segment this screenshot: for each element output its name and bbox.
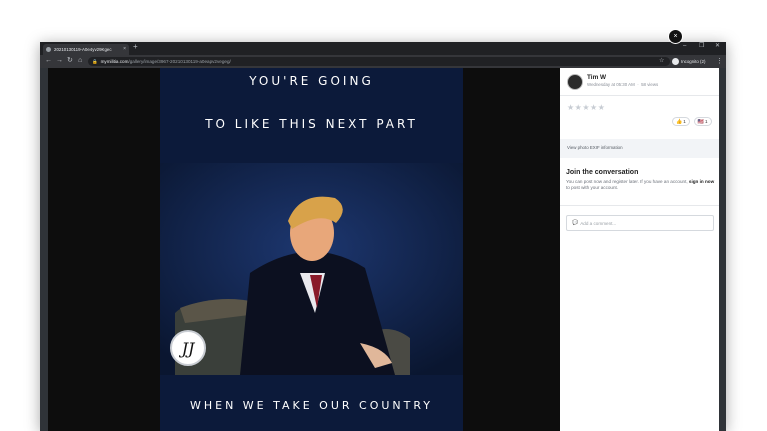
browser-toolbar: ← → ↻ ⌂ 🔒 mymilitia.com/gallery/image/39…: [40, 55, 726, 68]
us-flag-icon: 🇺🇸: [697, 118, 705, 125]
browser-window: 20210130119-A0e4yv29Kgec × + – ❐ ✕ ← → ↻…: [40, 42, 726, 431]
tab-close-icon[interactable]: ×: [123, 47, 126, 52]
photo-details-panel: Tim W Wednesday at 05:30 AM · 58 views ★…: [560, 68, 719, 431]
url-path: /gallery/image/3967-20210130119-a0eapv2v…: [128, 59, 231, 64]
meme-text-line-1: YOU'RE GOING: [249, 74, 374, 88]
join-text-before: You can post now and register later. If …: [566, 179, 689, 184]
address-bar[interactable]: 🔒 mymilitia.com/gallery/image/3967-20210…: [88, 57, 670, 66]
join-text-after: to post with your account.: [566, 185, 619, 190]
close-window-button[interactable]: ✕: [715, 43, 720, 49]
exif-link[interactable]: View photo EXIF information: [567, 145, 623, 150]
page-background-left: [40, 68, 48, 431]
divider: [560, 95, 719, 96]
incognito-badge[interactable]: Incognito (2): [672, 57, 716, 66]
minimize-button[interactable]: –: [683, 43, 686, 49]
back-arrow-icon[interactable]: ←: [45, 57, 52, 64]
author-name[interactable]: Tim W: [587, 74, 606, 81]
join-conversation-title: Join the conversation: [566, 169, 639, 176]
divider: [560, 205, 719, 206]
reaction-count: 1: [683, 119, 686, 124]
gallery-image[interactable]: YOU'RE GOING TO LIKE THIS NEXT PART JJ W…: [160, 68, 463, 431]
close-lightbox-button[interactable]: ×: [668, 29, 683, 44]
page-content: YOU'RE GOING TO LIKE THIS NEXT PART JJ W…: [40, 68, 726, 431]
post-timestamp: Wednesday at 05:30 AM: [587, 82, 635, 87]
incognito-icon: [672, 58, 679, 65]
reaction-like[interactable]: 👍 1: [672, 117, 690, 126]
reaction-count: 1: [705, 119, 708, 124]
view-count: 58 views: [641, 82, 659, 87]
tab-title: 20210130119-A0e4yv29Kgec: [54, 47, 112, 52]
meme-text-line-2: TO LIKE THIS NEXT PART: [205, 117, 418, 131]
post-meta: Wednesday at 05:30 AM · 58 views: [587, 82, 659, 87]
page-background-right: [719, 68, 726, 431]
thumbs-up-icon: 👍: [676, 118, 683, 125]
lock-icon: 🔒: [92, 58, 98, 64]
avatar[interactable]: [567, 74, 583, 90]
home-icon[interactable]: ⌂: [78, 57, 82, 64]
watermark-logo: JJ: [170, 330, 206, 366]
comment-input[interactable]: 💬 Add a comment...: [566, 215, 714, 231]
incognito-label: Incognito (2): [681, 59, 706, 64]
browser-tab[interactable]: 20210130119-A0e4yv29Kgec ×: [43, 44, 129, 55]
join-conversation-text: You can post now and register later. If …: [566, 179, 716, 191]
forward-arrow-icon[interactable]: →: [56, 57, 63, 64]
bookmark-star-icon[interactable]: ☆: [659, 57, 664, 64]
new-tab-button[interactable]: +: [133, 43, 138, 51]
reaction-flag[interactable]: 🇺🇸 1: [693, 117, 712, 126]
comment-placeholder: Add a comment...: [580, 220, 617, 226]
restore-button[interactable]: ❐: [699, 43, 704, 49]
favicon-icon: [46, 47, 51, 52]
reactions-bar: 👍 1 🇺🇸 1: [672, 117, 712, 126]
url-text: mymilitia.com/gallery/image/3967-2021013…: [101, 59, 231, 64]
reload-icon[interactable]: ↻: [67, 57, 73, 64]
lightbox-image-area: YOU'RE GOING TO LIKE THIS NEXT PART JJ W…: [48, 68, 560, 431]
tab-strip: 20210130119-A0e4yv29Kgec × + – ❐ ✕: [40, 42, 726, 55]
star-rating[interactable]: ★★★★★: [567, 103, 605, 112]
meme-text-line-3: WHEN WE TAKE OUR COUNTRY: [189, 399, 434, 412]
comment-bubble-icon: 💬: [572, 220, 579, 226]
browser-menu-icon[interactable]: ⋮: [716, 57, 723, 65]
sign-in-link[interactable]: sign in now: [689, 179, 714, 184]
url-host: mymilitia.com: [100, 59, 129, 64]
